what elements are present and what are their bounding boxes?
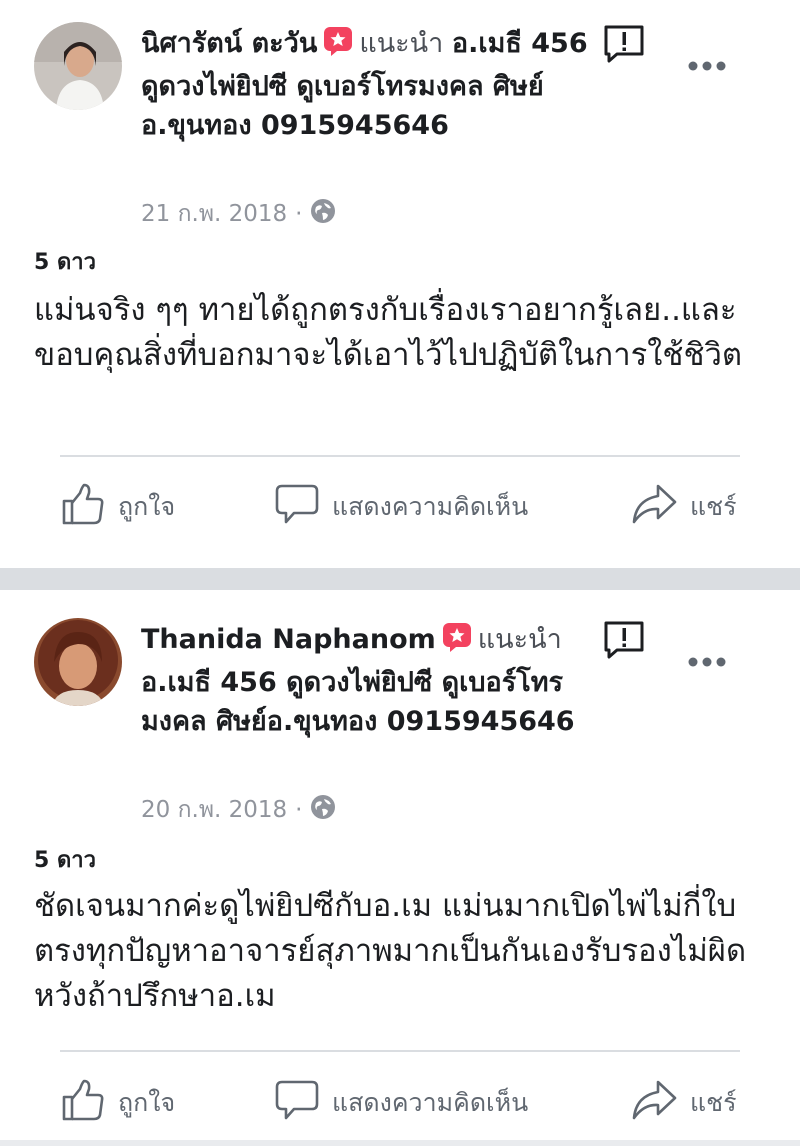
avatar[interactable]: [34, 22, 122, 110]
rating: 5 ดาว: [34, 250, 96, 275]
globe-icon: [310, 198, 336, 230]
recommend-badge-icon: [442, 622, 472, 663]
post-meta: 20 ก.พ. 2018 ·: [141, 792, 336, 828]
recommends-label: แนะนำ: [359, 28, 444, 59]
like-label: ถูกใจ: [118, 1088, 176, 1117]
review-card-2: Thanida Naphanom แนะนำ อ.เมธี 456 ดูดวงไพ…: [0, 590, 800, 1146]
action-bar: ถูกใจ แสดงความคิดเห็น แชร์: [0, 1078, 800, 1128]
like-label: ถูกใจ: [118, 492, 176, 521]
comment-bubble-icon: [274, 482, 320, 532]
action-bar: ถูกใจ แสดงความคิดเห็น แชร์: [0, 482, 800, 532]
thumbs-up-icon: [60, 1077, 106, 1129]
review-header: นิศารัตน์ ตะวัน แนะนำ อ.เมธี 456 ดูดวงไพ่…: [141, 24, 591, 145]
more-options-icon[interactable]: [687, 654, 727, 668]
comment-bubble-icon: [274, 1078, 320, 1128]
share-arrow-icon: [630, 482, 678, 532]
comment-button[interactable]: แสดงความคิดเห็น: [274, 482, 528, 532]
post-date[interactable]: 20 ก.พ. 2018: [141, 792, 287, 828]
post-date[interactable]: 21 ก.พ. 2018: [141, 196, 287, 232]
divider: [60, 455, 740, 457]
like-button[interactable]: ถูกใจ: [60, 1078, 175, 1128]
like-button[interactable]: ถูกใจ: [60, 482, 175, 532]
comment-label: แสดงความคิดเห็น: [332, 492, 529, 521]
share-button[interactable]: แชร์: [630, 482, 737, 532]
comment-label: แสดงความคิดเห็น: [332, 1088, 529, 1117]
author-name[interactable]: Thanida Naphanom: [141, 624, 436, 655]
recommended-page-name[interactable]: อ.เมธี 456 ดูดวงไพ่ยิปซี ดูเบอร์โทรมงคล …: [141, 667, 575, 737]
meta-separator: ·: [295, 797, 303, 823]
meta-separator: ·: [295, 201, 303, 227]
card-separator-band: [0, 568, 800, 590]
recommends-label: แนะนำ: [477, 624, 562, 655]
divider: [60, 1050, 740, 1052]
recommend-badge-icon: [323, 26, 353, 67]
more-options-icon[interactable]: [687, 58, 727, 72]
share-button[interactable]: แชร์: [630, 1078, 737, 1128]
share-label: แชร์: [690, 1088, 737, 1117]
post-meta: 21 ก.พ. 2018 ·: [141, 196, 336, 232]
comment-button[interactable]: แสดงความคิดเห็น: [274, 1078, 528, 1128]
globe-icon: [310, 794, 336, 826]
review-text: ชัดเจนมากค่ะดูไพ่ยิปซีกับอ.เม แม่นมากเปิ…: [34, 888, 747, 1014]
bottom-edge: [0, 1140, 800, 1146]
thumbs-up-icon: [60, 481, 106, 533]
avatar[interactable]: [34, 618, 122, 706]
share-arrow-icon: [630, 1078, 678, 1128]
report-icon[interactable]: [603, 24, 645, 64]
share-label: แชร์: [690, 492, 737, 521]
review-header: Thanida Naphanom แนะนำ อ.เมธี 456 ดูดวงไพ…: [141, 620, 591, 741]
review-text: แม่นจริง ๆๆ ทายได้ถูกตรงกับเรื่องเราอยาก…: [34, 292, 743, 373]
review-card-1: นิศารัตน์ ตะวัน แนะนำ อ.เมธี 456 ดูดวงไพ่…: [0, 0, 800, 568]
author-name[interactable]: นิศารัตน์ ตะวัน: [141, 28, 317, 59]
rating: 5 ดาว: [34, 848, 96, 873]
report-icon[interactable]: [603, 620, 645, 660]
